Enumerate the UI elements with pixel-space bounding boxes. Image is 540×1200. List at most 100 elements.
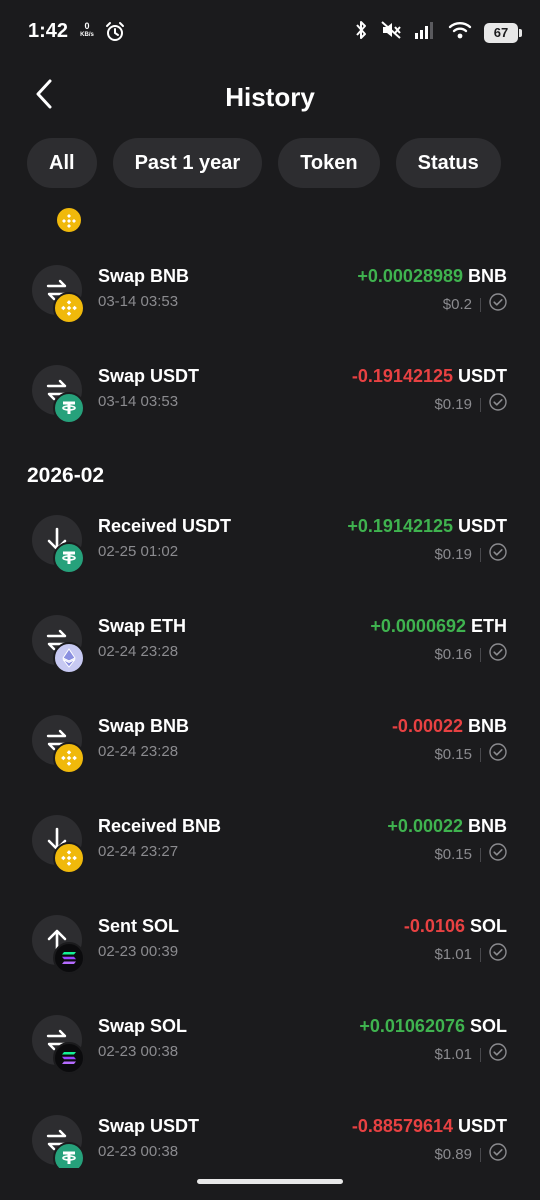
transaction-row[interactable]: Sent SOL 02-23 00:39 -0.0106 SOL $1.01 bbox=[0, 915, 540, 995]
transaction-row[interactable]: Swap SOL 02-23 00:38 +0.01062076 SOL $1.01 bbox=[0, 1015, 540, 1095]
home-indicator[interactable] bbox=[197, 1179, 343, 1184]
bluetooth-icon bbox=[354, 20, 368, 45]
usd-value: $0.89 bbox=[434, 1145, 472, 1163]
divider bbox=[480, 1147, 481, 1162]
amount-symbol: USDT bbox=[458, 516, 507, 536]
bnb-coin-icon bbox=[53, 842, 85, 874]
status-bar: 1:42 0 KB/s 67 bbox=[0, 0, 540, 66]
check-circle-icon bbox=[489, 1043, 507, 1066]
amount-symbol: BNB bbox=[468, 266, 507, 286]
transaction-title: Swap USDT bbox=[98, 1116, 200, 1136]
transaction-date: 02-24 23:28 bbox=[98, 643, 179, 660]
transaction-title: Received USDT bbox=[98, 516, 232, 536]
transaction-amount: +0.00028989 BNB bbox=[357, 265, 507, 287]
transaction-title: Swap SOL bbox=[98, 1016, 188, 1036]
transaction-date: 03-14 03:53 bbox=[98, 293, 179, 310]
transaction-value: $1.01 bbox=[434, 1043, 507, 1066]
amount-value: +0.01062076 bbox=[359, 1016, 465, 1036]
amount-value: +0.00028989 bbox=[357, 266, 463, 286]
mute-icon bbox=[380, 20, 402, 45]
usd-value: $1.01 bbox=[434, 1045, 472, 1063]
amount-symbol: USDT bbox=[458, 366, 507, 386]
amount-symbol: SOL bbox=[469, 916, 507, 936]
usd-value: $0.15 bbox=[434, 745, 472, 763]
usd-value: $0.19 bbox=[434, 395, 472, 413]
transaction-value: $0.16 bbox=[434, 643, 507, 666]
filter-status[interactable]: Status bbox=[395, 138, 501, 188]
check-circle-icon bbox=[489, 943, 507, 966]
transaction-row[interactable]: Received USDT 02-25 01:02 +0.19142125 USDT $… bbox=[0, 515, 540, 595]
transaction-date: 02-25 01:02 bbox=[98, 543, 179, 560]
amount-value: -0.0106 bbox=[403, 916, 465, 936]
amount-value: -0.00022 bbox=[391, 716, 463, 736]
transaction-value: $0.15 bbox=[434, 743, 507, 766]
divider bbox=[480, 397, 481, 412]
transaction-amount: +0.19142125 USDT bbox=[347, 515, 507, 537]
transaction-row[interactable]: Swap USDT 03-14 03:53 -0.19142125 USDT $0.19 bbox=[0, 365, 540, 445]
divider bbox=[480, 647, 481, 662]
filter-time-range[interactable]: Past 1 year bbox=[112, 138, 263, 188]
transaction-amount: +0.00022 BNB bbox=[387, 815, 507, 837]
alarm-icon bbox=[104, 21, 126, 48]
check-circle-icon bbox=[489, 843, 507, 866]
amount-value: -0.19142125 bbox=[351, 366, 453, 386]
transaction-row[interactable]: Swap BNB 03-14 03:53 +0.00028989 BNB $0.2 bbox=[0, 265, 540, 345]
transaction-amount: -0.0106 SOL bbox=[404, 915, 507, 937]
transaction-row[interactable]: Received BNB 02-24 23:27 +0.00022 BNB $0.15 bbox=[0, 815, 540, 895]
transaction-row[interactable]: Swap ETH 02-24 23:28 +0.0000692 ETH $0.16 bbox=[0, 615, 540, 695]
check-circle-icon bbox=[489, 543, 507, 566]
transaction-amount: -0.88579614 USDT bbox=[352, 1115, 507, 1137]
transaction-title: Received BNB bbox=[98, 816, 222, 836]
check-circle-icon bbox=[489, 743, 507, 766]
transaction-date: 02-23 00:39 bbox=[98, 943, 179, 960]
check-circle-icon bbox=[489, 1143, 507, 1166]
filter-all[interactable]: All bbox=[27, 138, 97, 188]
transaction-title: Swap USDT bbox=[98, 366, 200, 386]
divider bbox=[480, 297, 481, 312]
usd-value: $0.19 bbox=[434, 545, 472, 563]
transaction-title: Swap BNB bbox=[98, 266, 190, 286]
usdt-coin-icon bbox=[53, 542, 85, 574]
transaction-title: Sent SOL bbox=[98, 916, 180, 936]
usdt-coin-icon bbox=[53, 392, 85, 424]
check-circle-icon bbox=[489, 293, 507, 316]
amount-value: +0.00022 bbox=[387, 816, 463, 836]
transaction-date: 02-24 23:27 bbox=[98, 843, 179, 860]
eth-coin-icon bbox=[53, 642, 85, 674]
transaction-value: $0.19 bbox=[434, 543, 507, 566]
amount-value: +0.0000692 bbox=[370, 616, 466, 636]
usd-value: $0.15 bbox=[434, 845, 472, 863]
transaction-title: Swap BNB bbox=[98, 716, 190, 736]
usd-value: $0.16 bbox=[434, 645, 472, 663]
amount-value: +0.19142125 bbox=[347, 516, 453, 536]
month-header: 2026-02 bbox=[27, 464, 105, 487]
wifi-icon bbox=[448, 21, 472, 44]
transaction-row[interactable]: Swap BNB 02-24 23:28 -0.00022 BNB $0.15 bbox=[0, 715, 540, 795]
check-circle-icon bbox=[489, 393, 507, 416]
transaction-value: $0.89 bbox=[434, 1143, 507, 1166]
amount-symbol: ETH bbox=[471, 616, 507, 636]
amount-value: -0.88579614 bbox=[351, 1116, 453, 1136]
transaction-amount: -0.00022 BNB bbox=[392, 715, 507, 737]
divider bbox=[480, 547, 481, 562]
transaction-value: $0.19 bbox=[434, 393, 507, 416]
transaction-amount: +0.0000692 ETH bbox=[370, 615, 507, 637]
divider bbox=[480, 847, 481, 862]
transaction-date: 02-23 00:38 bbox=[98, 1043, 179, 1060]
transaction-date: 02-23 00:38 bbox=[98, 1143, 179, 1160]
amount-symbol: BNB bbox=[468, 816, 507, 836]
sol-coin-icon bbox=[53, 942, 85, 974]
transaction-list[interactable]: Swap BNB 03-14 03:53 +0.00028989 BNB $0.2 Swa… bbox=[0, 188, 540, 1168]
battery-icon: 67 bbox=[484, 22, 522, 43]
check-circle-icon bbox=[489, 643, 507, 666]
signal-icon bbox=[414, 21, 436, 44]
divider bbox=[480, 1047, 481, 1062]
divider bbox=[480, 747, 481, 762]
network-speed: 0 KB/s bbox=[80, 21, 94, 39]
bnb-coin-icon bbox=[53, 292, 85, 324]
amount-symbol: SOL bbox=[469, 1016, 507, 1036]
filter-token[interactable]: Token bbox=[278, 138, 380, 188]
transaction-value: $0.2 bbox=[443, 293, 507, 316]
transaction-row[interactable]: Swap USDT 02-23 00:38 -0.88579614 USDT $0.89 bbox=[0, 1115, 540, 1168]
sol-coin-icon bbox=[53, 1042, 85, 1074]
